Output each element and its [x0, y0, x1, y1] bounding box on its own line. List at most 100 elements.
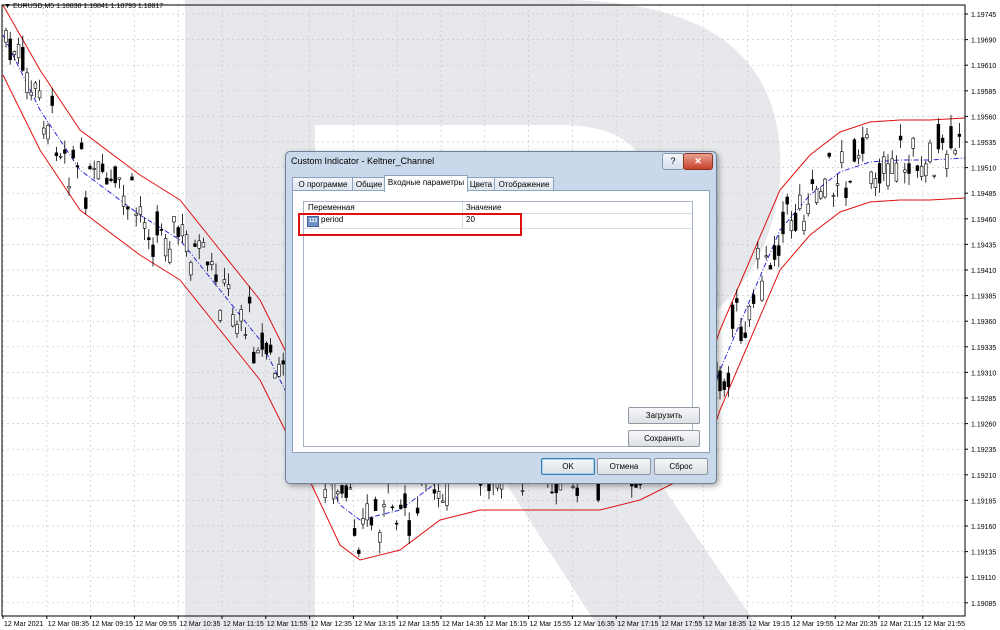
candle-body — [819, 191, 823, 199]
time-label: 12 Mar 15:55 — [530, 621, 571, 628]
price-label: 1.19360 — [971, 319, 996, 326]
candle-body — [273, 373, 277, 379]
highlight-box — [298, 213, 522, 236]
candle-body — [957, 133, 962, 137]
candle-body — [37, 90, 42, 99]
candle-body — [163, 238, 168, 257]
candle-body — [730, 304, 735, 329]
candle-body — [46, 125, 50, 140]
reset-button[interactable]: Сброс — [654, 458, 708, 475]
candle-body — [147, 237, 151, 241]
candle-body — [168, 248, 172, 263]
time-label: 12 Mar 13:55 — [398, 621, 439, 628]
help-button[interactable]: ? — [662, 153, 684, 170]
candle-body — [29, 91, 33, 96]
candle-body — [12, 51, 17, 55]
candle-body — [142, 222, 147, 229]
candle-body — [932, 174, 936, 177]
candle-body — [336, 491, 340, 495]
tab-common[interactable]: Общие — [352, 177, 386, 191]
candle-body — [571, 486, 575, 488]
close-button[interactable]: ✕ — [683, 153, 713, 170]
time-label: 12 Mar 09:15 — [92, 621, 133, 628]
candle-body — [852, 139, 857, 162]
candle-body — [739, 326, 743, 341]
price-label: 1.19385 — [971, 294, 996, 301]
candle-body — [924, 163, 928, 177]
price-label: 1.19085 — [971, 601, 996, 608]
candle-body — [798, 194, 802, 210]
candle-body — [231, 314, 235, 327]
candle-body — [764, 255, 768, 258]
candle-body — [844, 187, 848, 198]
time-label: 12 Mar 21:55 — [924, 621, 965, 628]
price-label: 1.19460 — [971, 217, 996, 224]
candle-body — [861, 137, 865, 154]
candle-body — [726, 372, 731, 388]
time-label: 12 Mar 18:35 — [705, 621, 746, 628]
candle-body — [756, 248, 760, 260]
cancel-button[interactable]: Отмена — [597, 458, 651, 475]
price-label: 1.19285 — [971, 396, 996, 403]
time-label: 12 Mar 10:35 — [179, 621, 220, 628]
load-button[interactable]: Загрузить — [628, 407, 700, 424]
candle-body — [63, 149, 67, 154]
tab-colors[interactable]: Цвета — [466, 177, 496, 191]
candle-body — [735, 298, 739, 303]
candle-body — [802, 220, 806, 231]
candle-body — [823, 178, 827, 198]
candle-body — [751, 294, 756, 304]
time-label: 12 Mar 11:55 — [267, 621, 308, 628]
candle-body — [403, 493, 407, 508]
candle-body — [940, 137, 945, 143]
time-label: 12 Mar 15:15 — [486, 621, 527, 628]
tab-about[interactable]: О программе — [292, 177, 354, 191]
candle-body — [373, 499, 378, 511]
price-label: 1.19210 — [971, 473, 996, 480]
candle-body — [222, 279, 227, 284]
tab-inputs[interactable]: Входные параметры — [384, 175, 468, 192]
candle-body — [928, 142, 932, 163]
price-label: 1.19110 — [971, 575, 996, 582]
candle-body — [180, 224, 185, 237]
time-label: 12 Mar 19:55 — [792, 621, 833, 628]
candle-body — [445, 482, 449, 506]
candle-body — [151, 244, 155, 257]
candle-body — [894, 162, 899, 182]
candle-body — [8, 38, 12, 61]
ok-button[interactable]: OK — [541, 458, 595, 475]
candle-body — [121, 195, 126, 207]
candle-body — [75, 165, 80, 168]
candle-body — [260, 332, 264, 350]
candle-body — [827, 152, 831, 157]
candle-body — [176, 227, 180, 238]
symbol-label: ▼ EURUSD,M5 1.18838 1.18841 1.18793 1.188… — [4, 3, 164, 10]
candle-body — [919, 165, 924, 177]
candle-body — [903, 169, 907, 173]
price-label: 1.19485 — [971, 191, 996, 198]
candle-body — [159, 229, 164, 231]
candle-body — [205, 261, 210, 266]
save-button[interactable]: Сохранить — [628, 430, 700, 447]
time-label: 12 Mar 20:35 — [836, 621, 877, 628]
candle-body — [907, 163, 911, 174]
tab-display[interactable]: Отображение — [494, 177, 554, 191]
candle-body — [256, 350, 260, 354]
dialog-titlebar[interactable]: Custom Indicator - Keltner_Channel ? ✕ — [286, 152, 716, 174]
price-label: 1.19510 — [971, 166, 996, 173]
candle-body — [856, 155, 861, 159]
candle-body — [126, 206, 130, 210]
candle-body — [831, 194, 836, 197]
candle-body — [886, 163, 890, 186]
time-label: 12 Mar 12:35 — [311, 621, 352, 628]
time-label: 12 Mar 21:15 — [880, 621, 921, 628]
candle-body — [113, 166, 117, 184]
candle-body — [277, 364, 281, 377]
candle-body — [772, 245, 777, 260]
candle-body — [369, 517, 374, 526]
time-label: 12 Mar 14:35 — [442, 621, 483, 628]
price-label: 1.19410 — [971, 268, 996, 275]
candle-body — [550, 491, 554, 494]
candle-body — [201, 241, 206, 248]
candle-body — [415, 507, 420, 514]
